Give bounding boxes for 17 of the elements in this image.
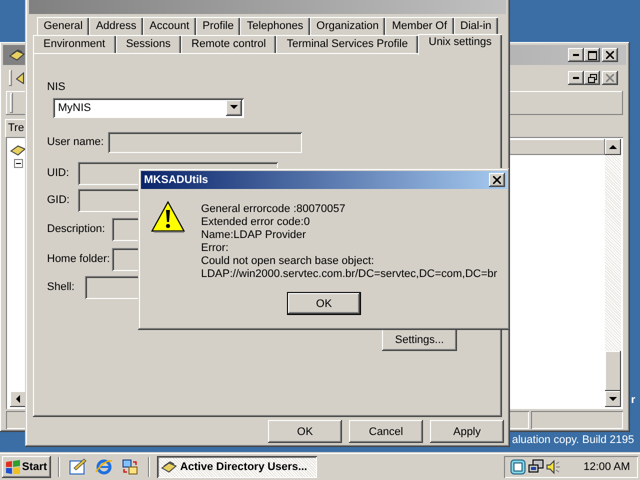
desktop-text: r xyxy=(631,394,636,406)
field-label: User name: xyxy=(47,136,105,148)
field-label: UID: xyxy=(47,167,70,180)
message-text: General errorcode :80070057 xyxy=(201,203,346,216)
field-label: Shell: xyxy=(47,281,76,294)
message-text: Could not open search base object: xyxy=(201,255,376,268)
message-text: Name:LDAP Provider xyxy=(201,229,307,242)
desktop-text: aluation copy. Build 2195 xyxy=(512,434,634,446)
clock: 12:00 AM xyxy=(584,461,630,473)
field-label: Description: xyxy=(47,223,106,236)
message-text: LDAP://win2000.servtec.com.br/DC=servtec,DC=com,DC=br xyxy=(201,268,498,281)
field-label: NIS xyxy=(47,80,66,93)
field-label: Home folder: xyxy=(47,253,110,266)
window-title: MKSADUtils xyxy=(144,174,208,186)
message-text: Error: xyxy=(201,242,230,255)
message-text: Extended error code:0 xyxy=(201,216,311,229)
field-label: GID: xyxy=(47,194,71,206)
